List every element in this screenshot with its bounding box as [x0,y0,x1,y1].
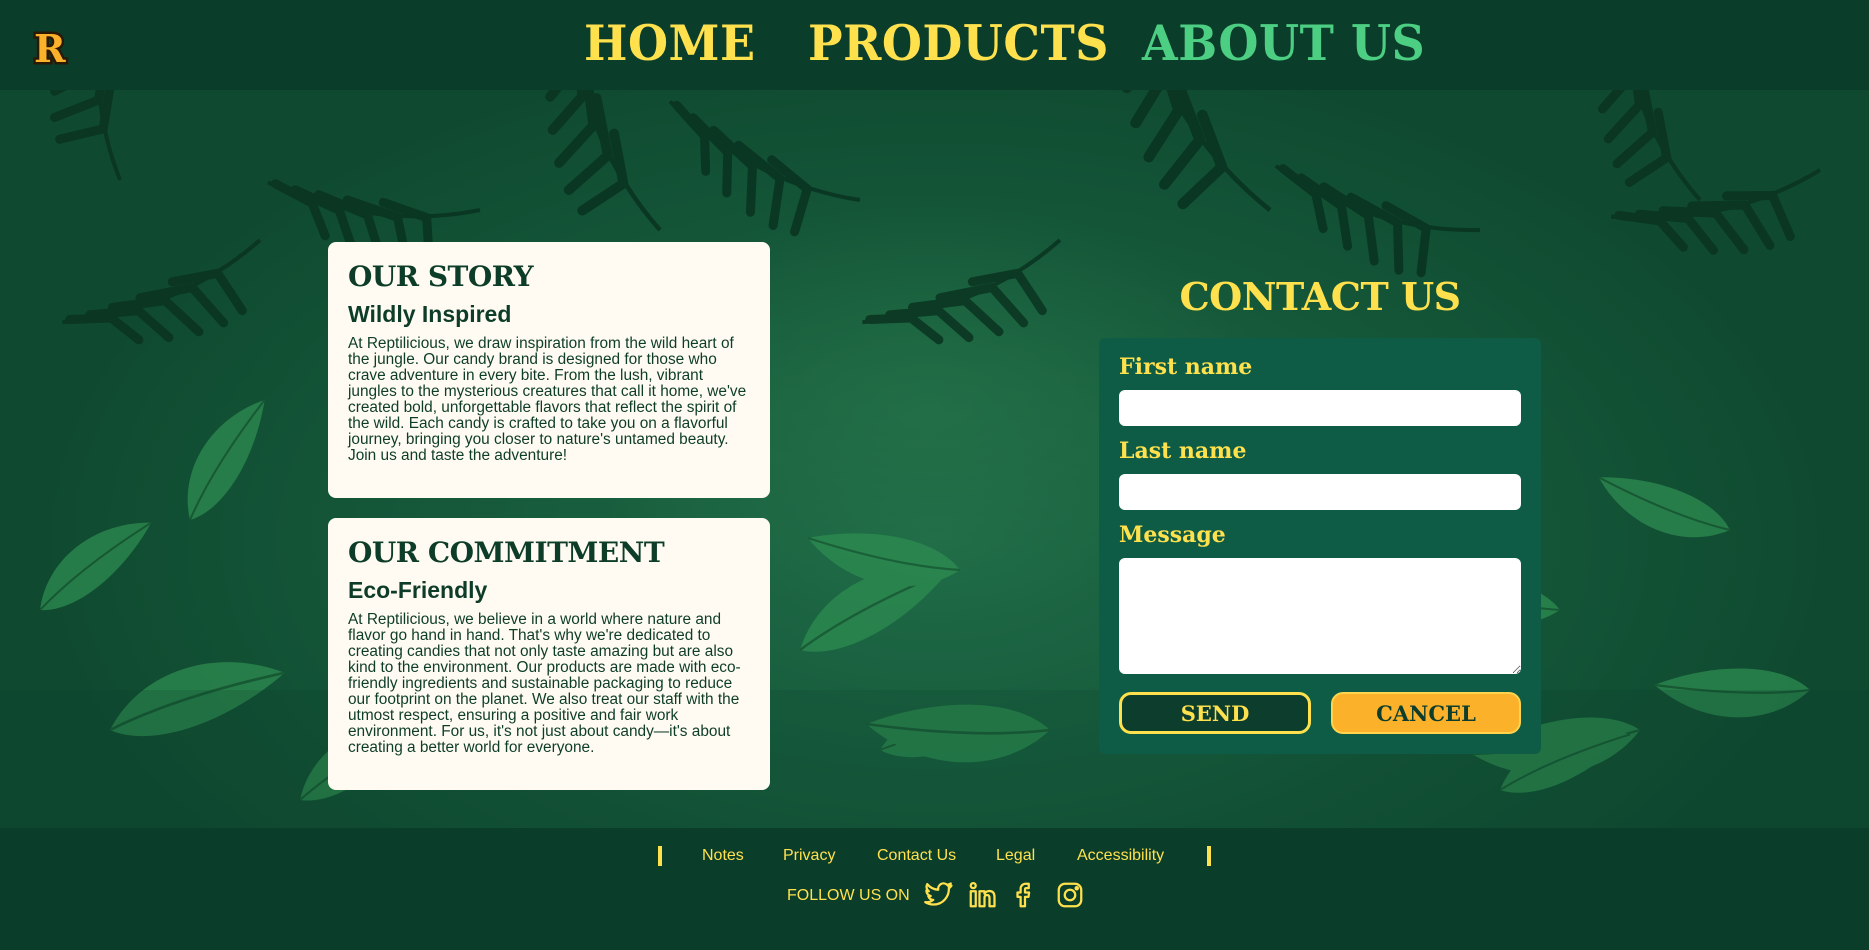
our-commitment-body: At Reptilicious, we believe in a world w… [348,611,741,756]
footer-divider-left [658,846,662,866]
top-navbar: R R HOME PRODUCTS ABOUT US [0,0,1869,90]
our-commitment-card: OUR COMMITMENT Eco-Friendly At Reptilici… [328,518,770,790]
nav-about-us-link[interactable]: ABOUT US [1142,14,1425,71]
instagram-icon[interactable] [1055,880,1085,910]
linkedin-icon[interactable] [967,880,997,910]
first-name-field[interactable] [1119,390,1521,426]
footer-link-privacy[interactable]: Privacy [783,847,835,865]
our-commitment-subtitle: Eco-Friendly [348,577,488,603]
logo-letter: R [34,28,66,68]
footer-links: Notes Privacy Contact Us Legal Accessibi… [0,846,1869,868]
our-story-subtitle: Wildly Inspired [348,301,512,327]
contact-form: First name Last name Message SEND CANCEL [1099,338,1541,754]
our-story-body: At Reptilicious, we draw inspiration fro… [348,335,747,464]
cancel-button[interactable]: CANCEL [1331,692,1521,734]
jungle-background [0,90,1869,828]
nav-products-link[interactable]: PRODUCTS [808,14,1109,71]
message-field[interactable] [1119,558,1521,674]
twitter-icon[interactable] [924,880,954,910]
last-name-field[interactable] [1119,474,1521,510]
site-footer: Notes Privacy Contact Us Legal Accessibi… [0,828,1869,950]
our-commitment-title: OUR COMMITMENT [348,536,665,569]
footer-link-accessibility[interactable]: Accessibility [1077,847,1164,865]
reptilicious-logo[interactable]: R R [32,28,72,68]
our-story-card: OUR STORY Wildly Inspired At Reptiliciou… [328,242,770,498]
footer-link-legal[interactable]: Legal [996,847,1035,865]
nav-home-link[interactable]: HOME [584,14,756,71]
follow-us-label: FOLLOW US ON [787,887,910,904]
message-label: Message [1119,522,1226,548]
send-button[interactable]: SEND [1119,692,1311,734]
our-story-title: OUR STORY [348,260,534,293]
contact-us-heading: CONTACT US [1179,274,1461,319]
footer-link-contact-us[interactable]: Contact Us [877,847,956,865]
footer-divider-right [1207,846,1211,866]
facebook-icon[interactable] [1010,880,1040,910]
footer-link-notes[interactable]: Notes [702,847,744,865]
foliage-illustration [0,90,1869,828]
last-name-label: Last name [1119,438,1247,464]
first-name-label: First name [1119,354,1253,380]
